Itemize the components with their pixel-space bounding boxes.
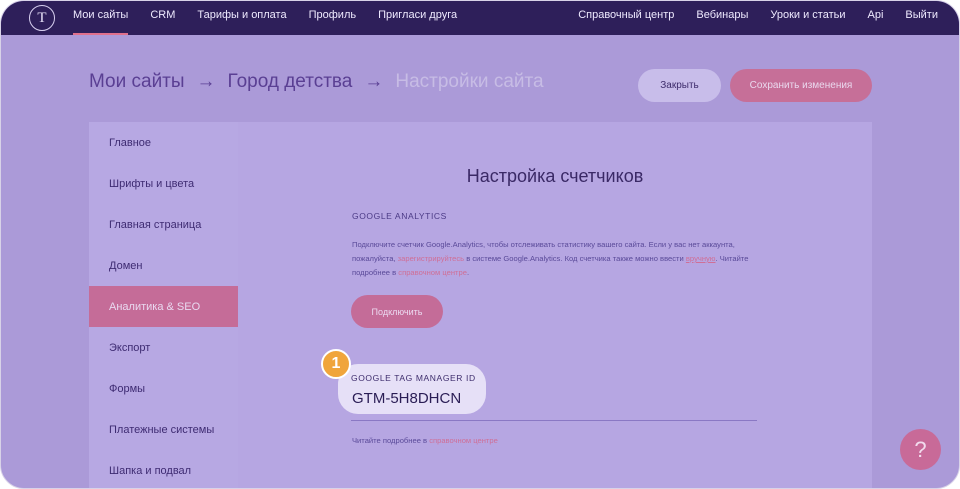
breadcrumb-project[interactable]: Город детства bbox=[228, 71, 353, 93]
tilda-logo-icon[interactable]: T bbox=[29, 5, 55, 31]
sidebar-item-payment-systems[interactable]: Платежные системы bbox=[89, 409, 238, 450]
nav-help-center[interactable]: Справочный центр bbox=[578, 1, 674, 35]
step-badge: 1 bbox=[321, 349, 351, 379]
gtm-id-label: GOOGLE TAG MANAGER ID bbox=[351, 373, 476, 383]
breadcrumb-arrow-icon: → bbox=[364, 71, 384, 92]
save-changes-button[interactable]: Сохранить изменения bbox=[730, 69, 872, 102]
sidebar-item-analytics-seo[interactable]: Аналитика & SEO bbox=[89, 286, 238, 327]
page-title: Настройка счетчиков bbox=[466, 166, 644, 186]
nav-webinars[interactable]: Вебинары bbox=[696, 1, 748, 35]
gtm-footnote: Читайте подробнее в справочном центре bbox=[352, 436, 498, 445]
breadcrumb-my-sites[interactable]: Мои сайты bbox=[89, 71, 185, 93]
sidebar-item-fonts-colors[interactable]: Шрифты и цвета bbox=[89, 163, 238, 204]
settings-sidebar: Главное Шрифты и цвета Главная страница … bbox=[89, 122, 238, 488]
sidebar-item-header-footer[interactable]: Шапка и подвал bbox=[89, 450, 238, 488]
nav-invite-friend[interactable]: Пригласи друга bbox=[378, 1, 457, 35]
connect-button[interactable]: Подключить bbox=[351, 295, 443, 328]
google-analytics-label: GOOGLE ANALYTICS bbox=[352, 211, 447, 221]
nav-logout[interactable]: Выйти bbox=[905, 1, 938, 35]
sidebar-item-forms[interactable]: Формы bbox=[89, 368, 238, 409]
settings-content: Настройка счетчиков GOOGLE ANALYTICS Под… bbox=[238, 122, 872, 488]
breadcrumb-arrow-icon: → bbox=[196, 71, 216, 92]
nav-my-sites[interactable]: Мои сайты bbox=[73, 1, 129, 35]
google-analytics-description: Подключите счетчик Google.Analytics, что… bbox=[352, 238, 762, 280]
secondary-nav: Справочный центр Вебинары Уроки и статьи… bbox=[556, 1, 938, 35]
sidebar-item-home-page[interactable]: Главная страница bbox=[89, 204, 238, 245]
desc-text: . bbox=[466, 268, 470, 277]
register-link[interactable]: зарегистрируйтесь bbox=[398, 254, 464, 263]
nav-crm[interactable]: CRM bbox=[150, 1, 175, 35]
top-navigation: T Мои сайты CRM Тарифы и оплата Профиль … bbox=[1, 1, 959, 35]
sidebar-item-main[interactable]: Главное bbox=[89, 122, 238, 163]
desc-text: в системе Google.Analytics. Код счетчика… bbox=[464, 254, 686, 263]
gtm-id-input[interactable] bbox=[352, 390, 480, 407]
sidebar-item-domain[interactable]: Домен bbox=[89, 245, 238, 286]
manual-link[interactable]: вручную bbox=[686, 254, 716, 263]
sidebar-item-export[interactable]: Экспорт bbox=[89, 327, 238, 368]
breadcrumb: Мои сайты → Город детства → Настройки са… bbox=[89, 71, 544, 93]
gtm-input-underline bbox=[351, 420, 757, 421]
nav-api[interactable]: Api bbox=[868, 1, 884, 35]
help-question-icon[interactable]: ? bbox=[900, 429, 941, 470]
footnote-text: Читайте подробнее в bbox=[352, 436, 430, 445]
main-nav: Мои сайты CRM Тарифы и оплата Профиль Пр… bbox=[73, 1, 479, 35]
nav-tariffs[interactable]: Тарифы и оплата bbox=[197, 1, 286, 35]
footnote-help-link[interactable]: справочном центре bbox=[429, 436, 498, 445]
close-button[interactable]: Закрыть bbox=[638, 69, 721, 102]
nav-lessons[interactable]: Уроки и статьи bbox=[770, 1, 845, 35]
help-center-link[interactable]: справочном центре bbox=[398, 268, 467, 277]
app-window: T Мои сайты CRM Тарифы и оплата Профиль … bbox=[0, 0, 960, 489]
breadcrumb-current: Настройки сайта bbox=[395, 71, 544, 92]
gtm-id-field-highlight: GOOGLE TAG MANAGER ID bbox=[338, 364, 486, 414]
nav-profile[interactable]: Профиль bbox=[309, 1, 357, 35]
